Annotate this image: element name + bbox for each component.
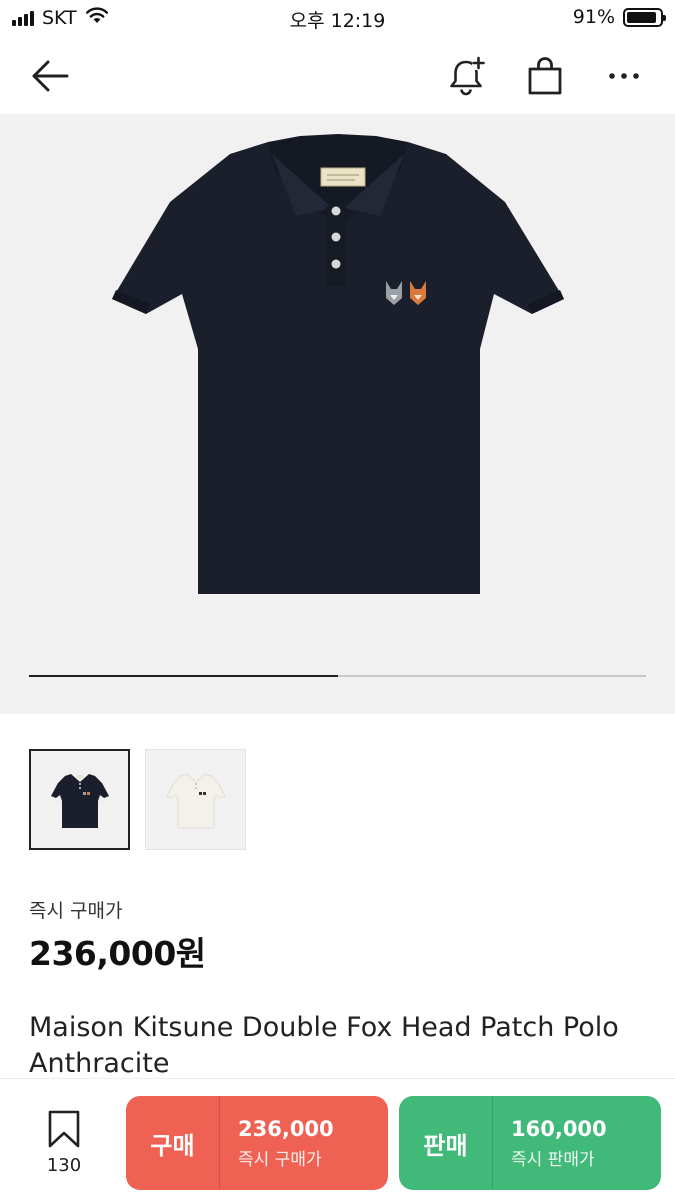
thumbnail-strip <box>29 749 246 850</box>
buy-info: 236,000 즉시 구매가 <box>220 1117 334 1170</box>
more-button[interactable] <box>600 52 648 100</box>
alert-button[interactable] <box>442 52 490 100</box>
gallery-progress-fill <box>29 675 338 677</box>
product-title: Maison Kitsune Double Fox Head Patch Pol… <box>29 1012 619 1079</box>
thumbnail-white[interactable] <box>145 749 246 850</box>
nav-bar <box>0 38 675 114</box>
battery-icon <box>623 7 666 27</box>
buy-price: 236,000 <box>238 1116 334 1141</box>
battery-percent: 91% <box>572 6 615 28</box>
wishlist-count: 130 <box>46 1155 82 1176</box>
buy-label: 구매 <box>126 1096 220 1190</box>
back-button[interactable] <box>26 52 74 100</box>
bell-plus-icon <box>450 56 485 96</box>
product-image-gallery[interactable] <box>0 114 675 714</box>
cart-button[interactable] <box>521 52 569 100</box>
back-arrow-icon <box>32 60 69 92</box>
sell-price: 160,000 <box>511 1116 607 1141</box>
shopping-bag-icon <box>528 57 562 95</box>
sell-info: 160,000 즉시 판매가 <box>493 1117 607 1170</box>
price-label: 즉시 구매가 <box>29 900 123 922</box>
bottom-action-bar: 130 구매 236,000 즉시 구매가 판매 160,000 즉시 판매가 <box>0 1078 675 1200</box>
thumbnail-image <box>165 773 226 828</box>
battery-level <box>627 11 657 23</box>
bookmark-icon <box>48 1110 80 1148</box>
more-icon <box>609 73 639 79</box>
status-bar: SKT 오후 12:19 91% <box>0 0 675 38</box>
thumbnail-anthracite[interactable] <box>29 749 130 850</box>
price-value: 236,000원 <box>29 934 206 973</box>
sell-subtext: 즉시 판매가 <box>511 1149 595 1170</box>
product-image <box>112 134 564 594</box>
thumbnail-image <box>50 773 109 828</box>
buy-subtext: 즉시 구매가 <box>238 1149 322 1170</box>
status-right: 91% <box>572 6 666 28</box>
wishlist-button[interactable]: 130 <box>34 1109 94 1176</box>
sell-label: 판매 <box>399 1096 493 1190</box>
buy-button[interactable]: 구매 236,000 즉시 구매가 <box>126 1096 388 1190</box>
sell-button[interactable]: 판매 160,000 즉시 판매가 <box>399 1096 661 1190</box>
gallery-progress <box>29 675 646 677</box>
